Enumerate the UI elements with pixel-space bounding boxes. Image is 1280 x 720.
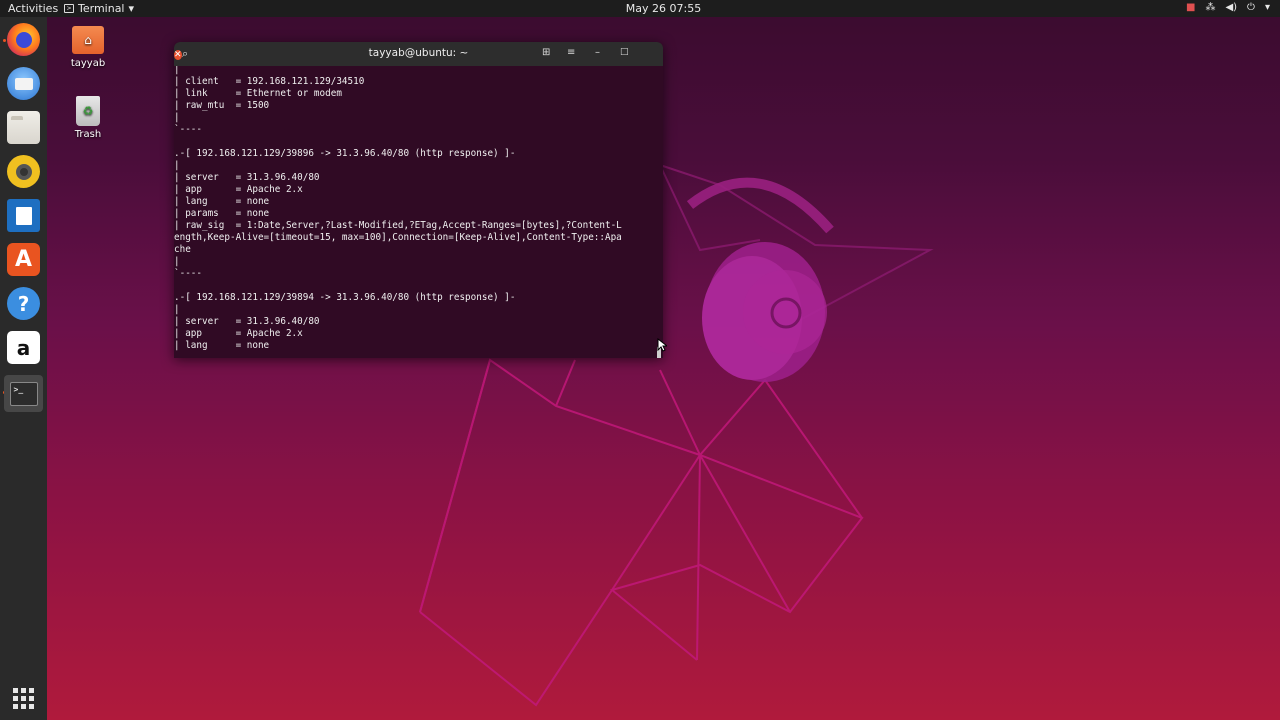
home-folder-label: tayyab [70,58,106,69]
hamburger-menu-icon[interactable]: ≡ [567,47,575,58]
amazon-icon[interactable]: a [7,331,40,364]
minimize-icon[interactable]: – [595,47,600,58]
terminal-dock-icon[interactable]: >_ [4,375,43,412]
terminal-line: | raw_mtu = 1500 [174,100,270,111]
terminal-line: ength,Keep-Alive=[timeout=15, max=100],C… [174,232,622,243]
screen-record-icon[interactable]: ■ [1186,2,1195,13]
terminal-line: | server = 31.3.96.40/80 [174,172,320,183]
terminal-line: che [174,244,191,255]
terminal-line: | app = Apache 2.x [174,184,303,195]
trash-icon: ♻ [76,96,100,126]
libreoffice-writer-icon[interactable] [7,199,40,232]
mouse-cursor-icon [657,338,667,352]
new-tab-icon[interactable]: ⊞ [542,47,550,58]
home-folder-icon: ⌂ [72,26,104,54]
terminal-line: | lang = none [174,340,270,351]
network-icon[interactable]: ⁂ [1205,2,1215,13]
home-folder-shortcut[interactable]: ⌂ tayyab [58,26,118,69]
terminal-line: | raw_sig = 1:Date,Server,?Last-Modified… [174,220,622,231]
show-applications-icon[interactable] [7,682,40,715]
clock[interactable]: May 26 07:55 [0,2,1280,15]
terminal-line: | server = 31.3.96.40/80 [174,316,320,327]
trash-shortcut[interactable]: ♻ Trash [58,96,118,140]
power-icon[interactable]: ⏻ [1247,2,1255,13]
thunderbird-icon[interactable] [7,67,40,100]
terminal-line: | params = none [174,208,270,219]
terminal-line: | link = Ethernet or modem [174,88,342,99]
window-title: tayyab@ubuntu: ~ [368,47,469,59]
top-bar: Activities > Terminal ▾ May 26 07:55 ■ ⁂… [0,0,1280,17]
chevron-down-icon[interactable]: ▾ [1265,2,1270,13]
help-icon[interactable]: ? [7,287,40,320]
terminal-line: | lang = none [174,196,270,207]
rhythmbox-icon[interactable] [7,155,40,188]
desktop: { "topbar": { "activities": "Activities"… [0,0,1280,720]
terminal-line: .-[ 192.168.121.129/39894 -> 31.3.96.40/… [174,292,516,303]
running-indicator [3,39,6,42]
terminal-line: | [174,256,180,267]
firefox-icon[interactable] [7,23,40,56]
terminal-titlebar[interactable]: ⌕ tayyab@ubuntu: ~ ⊞ ≡ – □ ✕ [174,42,663,66]
ubuntu-software-icon[interactable]: A [7,243,40,276]
terminal-window[interactable]: ⌕ tayyab@ubuntu: ~ ⊞ ≡ – □ ✕ | | client =… [174,42,663,358]
terminal-line: | [174,66,180,75]
terminal-line: `---- [174,124,202,135]
volume-icon[interactable]: ◀) [1225,2,1237,13]
terminal-line: | app = Apache 2.x [174,328,303,339]
terminal-lines: | | client = 192.168.121.129/34510 | link … [174,66,656,352]
terminal-line: .-[ 192.168.121.129/39896 -> 31.3.96.40/… [174,148,516,159]
terminal-line: | [174,160,180,171]
trash-label: Trash [74,129,102,140]
maximize-icon[interactable]: □ [620,47,629,57]
terminal-line: `---- [174,268,202,279]
terminal-line: | [174,112,180,123]
system-tray[interactable]: ■ ⁂ ◀) ⏻ ▾ [1186,2,1270,13]
terminal-output[interactable]: | | client = 192.168.121.129/34510 | link … [174,66,663,358]
files-icon[interactable] [7,111,40,144]
terminal-line: | [174,304,180,315]
dock: A ? a >_ [0,17,47,720]
terminal-line: | client = 192.168.121.129/34510 [174,76,365,87]
